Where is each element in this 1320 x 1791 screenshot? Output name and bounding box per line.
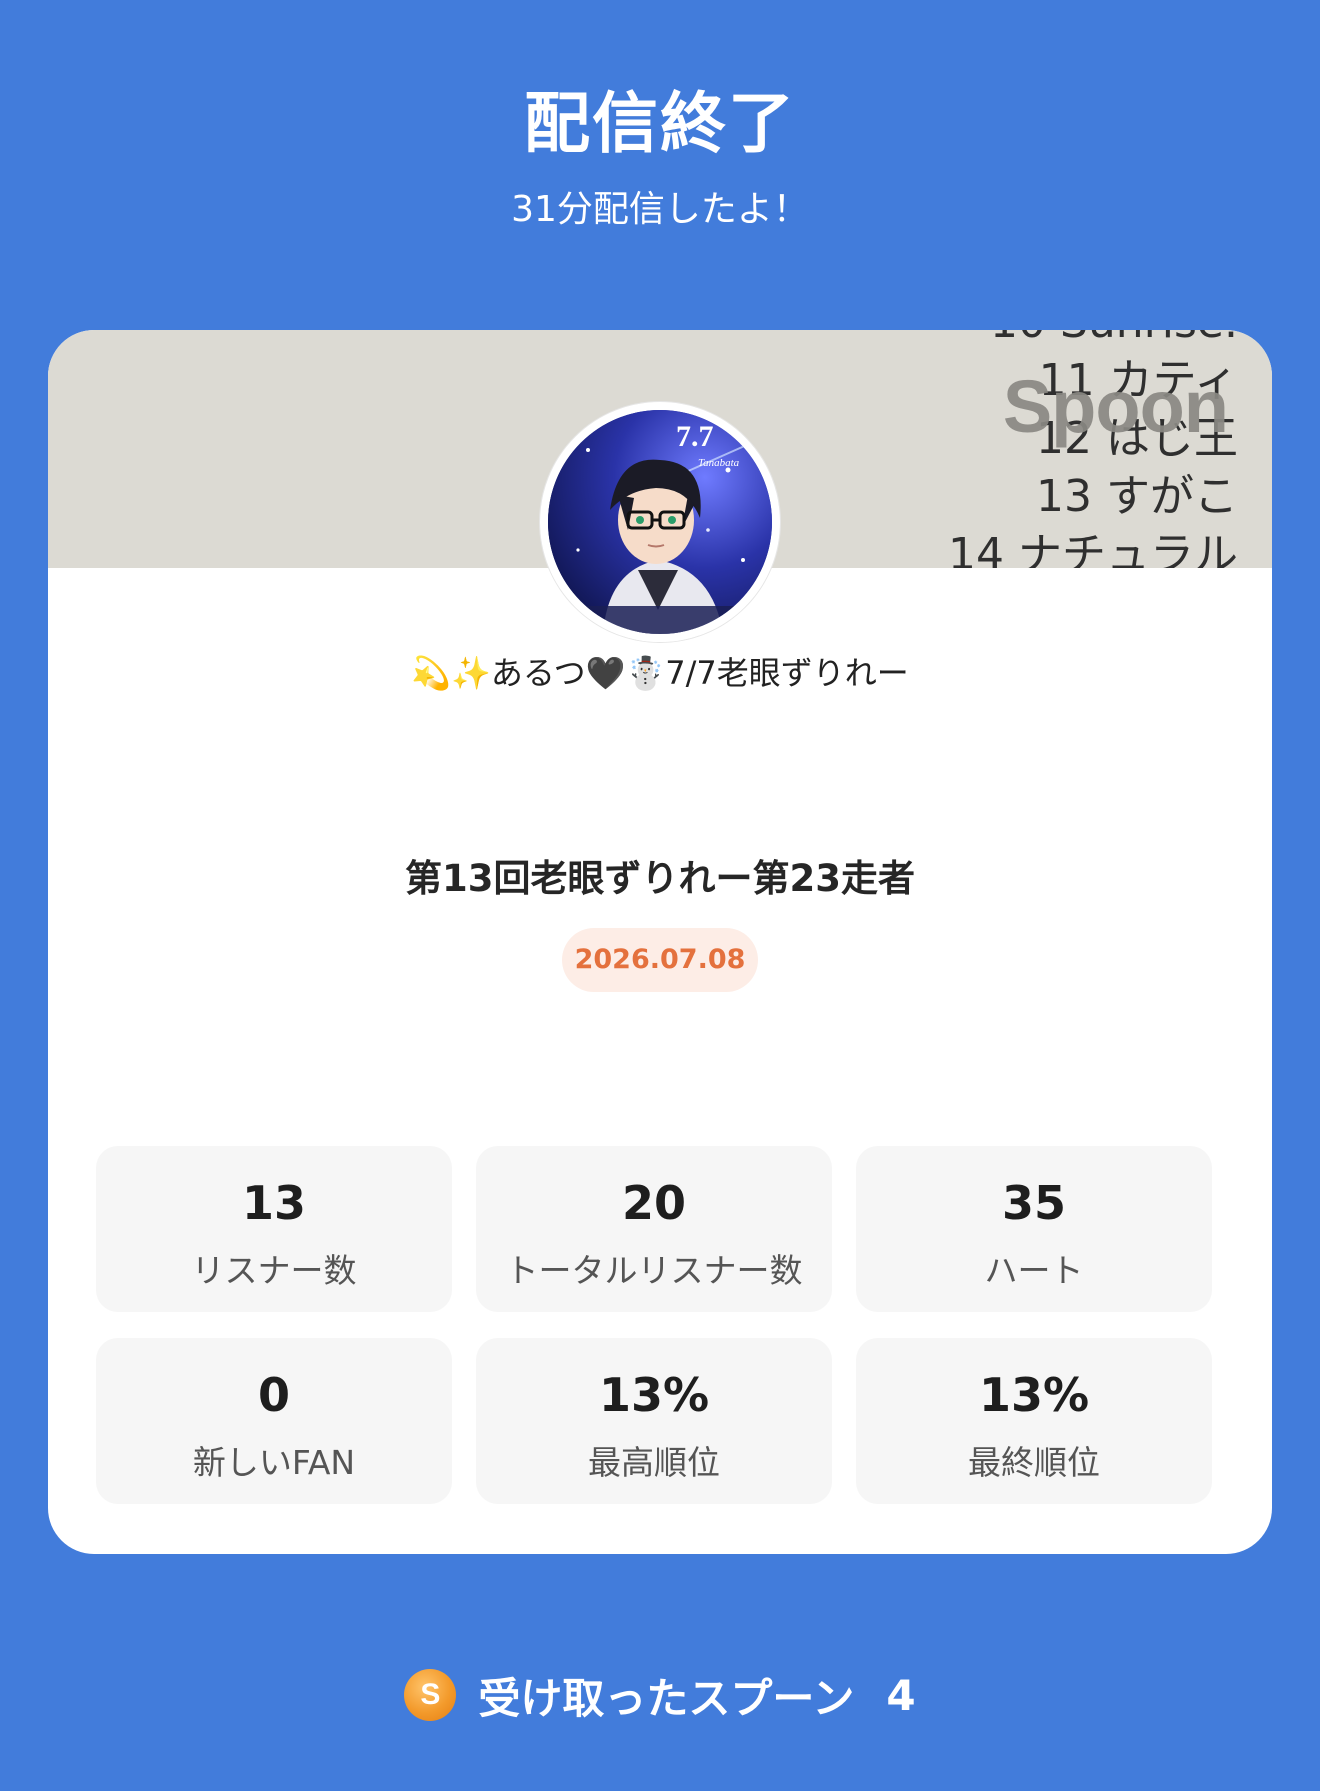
spoons-received: S 受け取ったスプーン 4 — [0, 1660, 1320, 1730]
stat-label: リスナー数 — [191, 1251, 357, 1290]
stat-value: 35 — [1001, 1176, 1066, 1230]
stat-new-fans: 0 新しいFAN — [96, 1338, 452, 1504]
stat-total-listeners: 20 トータルリスナー数 — [476, 1146, 832, 1312]
stat-value: 13 — [241, 1176, 306, 1230]
spoon-coin-icon: S — [404, 1669, 457, 1721]
avatar[interactable]: 7.7 Tanabata — [540, 402, 780, 642]
spoon-logo: Spoon — [1002, 365, 1229, 448]
banner-line: 14 ナチュラル — [948, 529, 1238, 568]
date-badge: 2026.07.08 — [562, 928, 758, 992]
stat-label: 新しいFAN — [192, 1443, 356, 1482]
stat-label: トータルリスナー数 — [505, 1251, 803, 1290]
stat-label: 最高順位 — [588, 1443, 720, 1482]
stream-ended-screen: 配信終了 31分配信したよ！ 10 Sunrise. 11 カティ 12 はじ王… — [0, 0, 1320, 1791]
stat-label: ハート — [984, 1251, 1084, 1290]
stat-label: 最終順位 — [968, 1443, 1100, 1482]
svg-text:7.7: 7.7 — [676, 420, 714, 453]
spoons-label: 受け取ったスプーン — [478, 1673, 855, 1723]
stat-final-rank: 13% 最終順位 — [856, 1338, 1212, 1504]
svg-text:Tanabata: Tanabata — [698, 457, 740, 469]
stat-value: 13% — [598, 1368, 710, 1422]
banner-line: 13 すがこ — [1036, 471, 1238, 522]
summary-card: 10 Sunrise. 11 カティ 12 はじ王 13 すがこ 14 ナチュラ… — [48, 330, 1272, 1554]
page-title: 配信終了 — [524, 85, 796, 162]
stream-title: 第13回老眼ずりれー第23走者 — [405, 857, 915, 900]
stat-value: 0 — [257, 1368, 290, 1422]
spoons-count: 4 — [886, 1670, 916, 1720]
banner-line: 10 Sunrise. — [948, 330, 1238, 352]
username: 💫✨あるつ🖤☃️7/7老眼ずりれー — [411, 654, 909, 692]
stat-listeners: 13 リスナー数 — [96, 1146, 452, 1312]
stat-value: 20 — [621, 1176, 686, 1230]
page-subtitle: 31分配信したよ！ — [511, 189, 809, 230]
stat-value: 13% — [978, 1368, 1090, 1422]
stat-hearts: 35 ハート — [856, 1146, 1212, 1312]
anime-avatar-image: 7.7 Tanabata — [548, 410, 772, 634]
stat-highest-rank: 13% 最高順位 — [476, 1338, 832, 1504]
